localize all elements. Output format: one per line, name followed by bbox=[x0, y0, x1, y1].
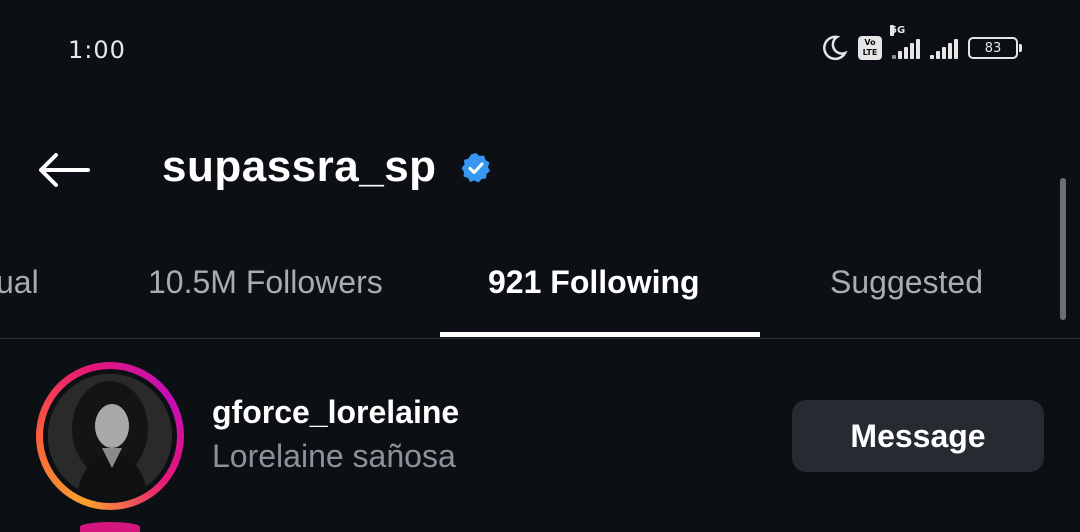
active-tab-indicator bbox=[440, 332, 760, 337]
profile-username-title: supassra_sp bbox=[162, 142, 437, 191]
message-button[interactable]: Message bbox=[792, 400, 1044, 472]
battery-level: 83 bbox=[984, 40, 1002, 56]
tab-following[interactable]: 921 Following bbox=[488, 264, 700, 301]
status-icons: Vo LTE 5G 83 bbox=[820, 25, 1022, 62]
signal-icon: 5G bbox=[890, 25, 920, 59]
tab-mutual[interactable]: ual bbox=[0, 264, 39, 301]
status-time: 1:00 bbox=[68, 36, 126, 64]
tab-divider bbox=[0, 338, 1080, 339]
tab-followers[interactable]: 10.5M Followers bbox=[148, 264, 383, 301]
back-arrow-icon[interactable] bbox=[36, 150, 92, 190]
signal-icon-2 bbox=[930, 37, 958, 59]
list-item-fullname: Lorelaine sañosa bbox=[212, 438, 456, 474]
verified-badge-icon bbox=[461, 153, 490, 183]
list-item-username[interactable]: gforce_lorelaine bbox=[212, 394, 459, 431]
avatar[interactable] bbox=[48, 374, 172, 498]
tab-suggested[interactable]: Suggested bbox=[830, 264, 983, 301]
volte-icon: Vo LTE bbox=[858, 36, 882, 60]
avatar-photo bbox=[48, 374, 172, 498]
battery-icon: 83 bbox=[968, 37, 1022, 59]
moon-icon bbox=[823, 35, 848, 61]
scrollbar[interactable] bbox=[1060, 178, 1066, 320]
next-story-ring[interactable] bbox=[80, 522, 140, 532]
network-type: 5G bbox=[890, 25, 906, 36]
